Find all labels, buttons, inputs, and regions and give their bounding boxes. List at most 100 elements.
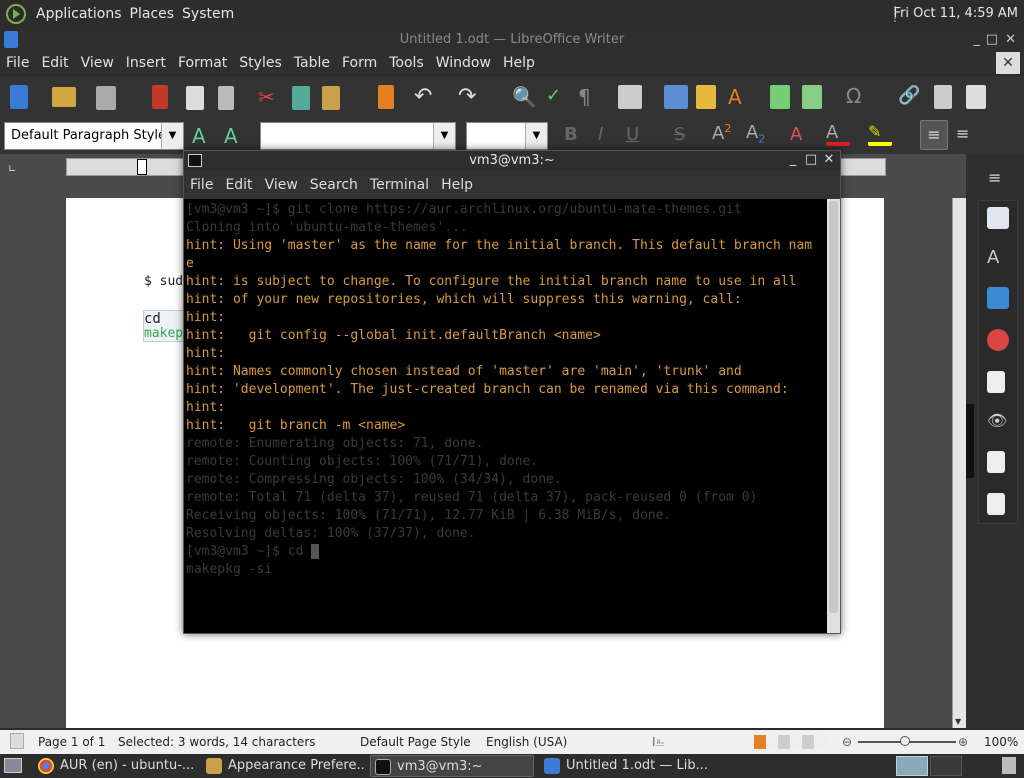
page-count[interactable]: Page 1 of 1 <box>38 730 105 754</box>
insert-field-icon[interactable] <box>802 85 822 109</box>
text-language[interactable]: English (USA) <box>486 730 567 754</box>
maximize-button[interactable]: □ <box>986 28 998 52</box>
menu-file[interactable]: File <box>0 55 35 71</box>
terminal-menu-terminal[interactable]: Terminal <box>364 177 435 193</box>
highlight-icon[interactable]: ✎ <box>868 122 892 146</box>
design-icon[interactable] <box>987 493 1005 515</box>
taskbar-item-terminal[interactable]: vm3@vm3:~ <box>370 755 534 777</box>
sidebar-collapse-handle[interactable] <box>966 404 974 478</box>
underline-icon[interactable]: U <box>626 124 650 148</box>
close-button[interactable]: ✕ <box>822 153 836 167</box>
menu-form[interactable]: Form <box>336 55 383 71</box>
chevron-down-icon[interactable]: ▼ <box>525 123 547 149</box>
update-style-icon[interactable]: A <box>192 124 216 148</box>
print-preview-icon[interactable] <box>218 86 234 110</box>
new-document-icon[interactable] <box>10 85 28 109</box>
italic-icon[interactable]: I <box>598 124 622 148</box>
terminal-menu-edit[interactable]: Edit <box>219 177 258 193</box>
spelling-icon[interactable]: ✓ <box>546 85 570 109</box>
menu-insert[interactable]: Insert <box>120 55 172 71</box>
menu-places[interactable]: Places <box>126 6 179 22</box>
terminal-output[interactable]: [vm3@vm3 ~]$ git clone https://aur.archl… <box>184 199 826 633</box>
terminal-menu-view[interactable]: View <box>259 177 304 193</box>
subscript-icon[interactable]: A2 <box>746 122 770 146</box>
menu-format[interactable]: Format <box>172 55 233 71</box>
new-style-icon[interactable]: A <box>224 124 248 148</box>
navigator-icon[interactable] <box>987 329 1009 351</box>
insert-table-icon[interactable] <box>618 85 642 109</box>
menu-window[interactable]: Window <box>430 55 497 71</box>
page-style[interactable]: Default Page Style <box>360 730 471 754</box>
view-layout-icons[interactable] <box>754 735 826 749</box>
panel-clock[interactable]: Fri Oct 11, 4:59 AM <box>894 6 1018 21</box>
align-center-icon[interactable]: ≡ <box>956 124 980 148</box>
clear-formatting-icon[interactable]: A <box>790 124 814 148</box>
menu-system[interactable]: System <box>178 6 238 22</box>
cut-icon[interactable]: ✂ <box>258 86 282 110</box>
chevron-down-icon[interactable]: ▼ <box>161 123 183 149</box>
close-document-button[interactable]: ✕ <box>996 52 1020 74</box>
menu-tools[interactable]: Tools <box>383 55 430 71</box>
terminal-menu-file[interactable]: File <box>184 177 219 193</box>
zoom-out-icon[interactable]: ⊖ <box>842 730 852 754</box>
sidebar-menu-icon[interactable]: ≡ <box>988 168 1001 187</box>
page-break-icon[interactable] <box>770 85 790 109</box>
terminal-menu-search[interactable]: Search <box>304 177 364 193</box>
chevron-down-icon[interactable]: ▼ <box>433 123 455 149</box>
zoom-level[interactable]: 100% <box>984 730 1018 754</box>
insert-chart-icon[interactable] <box>696 85 716 109</box>
clone-formatting-icon[interactable] <box>378 85 394 109</box>
word-count[interactable]: Selected: 3 words, 14 characters <box>118 730 316 754</box>
page-icon[interactable] <box>987 371 1005 393</box>
footnote-icon[interactable] <box>934 85 952 109</box>
mate-logo-icon[interactable] <box>6 4 26 24</box>
terminal-scroll-thumb[interactable] <box>829 201 838 613</box>
maximize-button[interactable]: □ <box>804 153 818 167</box>
comment-icon[interactable] <box>966 85 986 109</box>
terminal-menu-help[interactable]: Help <box>435 177 479 193</box>
terminal-window[interactable]: vm3@vm3:~ _ □ ✕ File Edit View Search Te… <box>183 150 841 634</box>
properties-icon[interactable] <box>987 207 1009 229</box>
minimize-button[interactable]: _ <box>786 153 800 167</box>
workspace-switcher[interactable] <box>896 756 928 776</box>
paste-icon[interactable] <box>322 86 340 110</box>
export-pdf-icon[interactable] <box>152 85 168 109</box>
insert-image-icon[interactable] <box>664 85 688 109</box>
taskbar-item-browser[interactable]: AUR (en) - ubuntu-... <box>34 755 194 777</box>
hyperlink-icon[interactable]: 🔗 <box>898 85 922 109</box>
save-icon[interactable] <box>96 86 116 110</box>
menu-edit[interactable]: Edit <box>35 55 74 71</box>
zoom-slider-thumb[interactable] <box>900 736 910 746</box>
copy-icon[interactable] <box>292 86 310 110</box>
trash-icon[interactable] <box>1002 757 1016 774</box>
show-desktop-icon[interactable] <box>4 758 22 773</box>
font-name-combo[interactable]: ▼ <box>260 122 456 150</box>
taskbar-item-writer[interactable]: Untitled 1.odt — Lib... <box>540 755 708 777</box>
menu-applications[interactable]: Applications <box>32 6 126 22</box>
formatting-marks-icon[interactable]: ¶ <box>578 85 602 109</box>
font-size-combo[interactable]: ▼ <box>466 122 548 150</box>
font-color-icon[interactable]: A <box>826 122 850 146</box>
close-button[interactable]: ✕ <box>1005 28 1016 52</box>
open-folder-icon[interactable] <box>52 87 76 107</box>
indent-marker-icon[interactable] <box>137 159 147 175</box>
bold-icon[interactable]: B <box>564 124 588 148</box>
redo-icon[interactable]: ↷ <box>458 84 482 109</box>
special-character-icon[interactable]: Ω <box>846 84 870 108</box>
undo-icon[interactable]: ↶ <box>414 84 438 109</box>
find-replace-icon[interactable]: 🔍 <box>512 85 537 109</box>
terminal-titlebar[interactable]: vm3@vm3:~ _ □ ✕ <box>184 151 840 171</box>
print-icon[interactable] <box>186 86 204 110</box>
menu-table[interactable]: Table <box>288 55 336 71</box>
workspace-switcher-2[interactable] <box>930 756 962 776</box>
menu-styles[interactable]: Styles <box>233 55 287 71</box>
styles-icon[interactable]: A <box>987 247 1009 269</box>
menu-view[interactable]: View <box>75 55 120 71</box>
scroll-down-arrow[interactable]: ▼ <box>955 717 961 726</box>
align-left-icon[interactable]: ≡ <box>920 120 948 150</box>
zoom-in-icon[interactable]: ⊕ <box>958 730 968 754</box>
style-inspector-icon[interactable]: 👁 <box>987 411 1009 433</box>
taskbar-item-appearance[interactable]: Appearance Prefere... <box>202 755 366 777</box>
insert-mode-icon[interactable]: I⎁ <box>652 730 665 754</box>
minimize-button[interactable]: _ <box>974 28 981 52</box>
